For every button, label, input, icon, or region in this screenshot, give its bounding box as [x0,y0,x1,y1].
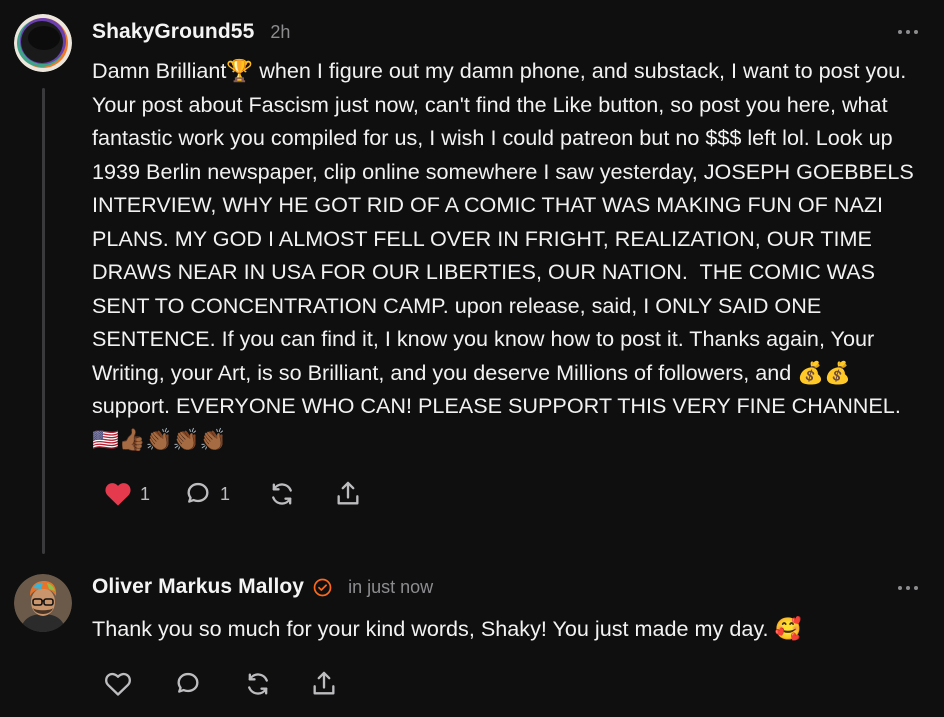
restack-icon [248,673,268,695]
comment-timestamp[interactable]: in just now [348,577,433,598]
share-button[interactable] [334,480,362,508]
like-count: 1 [140,483,151,504]
comment: ShakyGround55 2h Damn Brilliant🏆 when I … [0,0,944,560]
share-icon [313,671,335,695]
restack-button[interactable] [244,670,310,698]
ring-avatar-image [14,14,72,72]
reply-button[interactable] [174,670,244,698]
reply-button[interactable]: 1 [184,480,268,508]
more-icon-dot [914,586,918,590]
thread-line [42,88,45,554]
comment: Oliver Markus Malloy in just now Thank y… [0,560,944,717]
more-icon-dot [914,30,918,34]
more-icon-dot [898,586,902,590]
like-button[interactable] [104,671,174,697]
share-icon [337,481,359,505]
user-avatar[interactable] [14,14,72,72]
more-icon-dot [906,586,910,590]
comment-header: ShakyGround55 2h [92,15,290,49]
more-icon-dot [898,30,902,34]
comment-actions: 1 1 [104,480,362,508]
reply-count: 1 [220,483,231,504]
comment-actions [104,670,338,698]
author-name[interactable]: ShakyGround55 [92,20,254,44]
more-options-button[interactable] [898,28,918,36]
author-name[interactable]: Oliver Markus Malloy [92,575,304,599]
comment-header: Oliver Markus Malloy in just now [92,570,433,604]
restack-icon [272,483,292,505]
user-avatar[interactable] [14,574,72,632]
restack-button[interactable] [268,480,334,508]
heart-icon [105,672,131,696]
comment-bubble-icon [187,482,209,503]
more-options-button[interactable] [898,584,918,592]
share-button[interactable] [310,670,338,698]
comment-body: Thank you so much for your kind words, S… [92,616,802,641]
heart-icon [105,483,131,506]
comment-body: Damn Brilliant🏆 when I figure out my dam… [92,58,920,452]
comment-timestamp[interactable]: 2h [270,22,290,43]
like-button[interactable]: 1 [104,481,184,507]
verified-check-icon [313,578,332,596]
comment-bubble-icon [177,672,199,693]
more-icon-dot [906,30,910,34]
portrait-avatar-image [14,574,72,632]
